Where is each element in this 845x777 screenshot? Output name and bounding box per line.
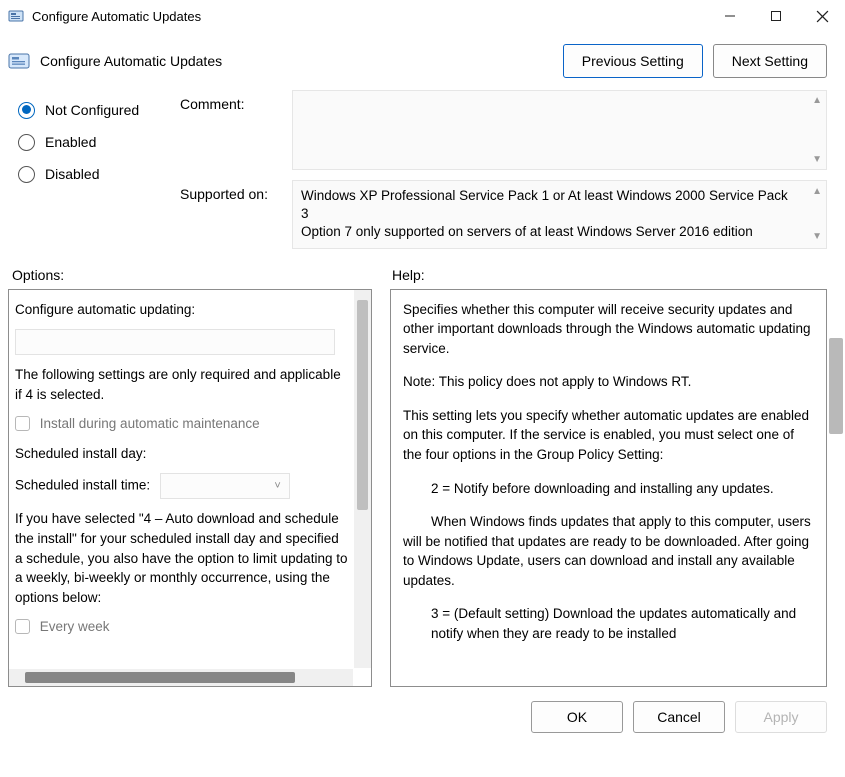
policy-icon [8,50,30,72]
radio-not-configured[interactable]: Not Configured [18,94,168,126]
scheduled-time-select[interactable]: ˅ [160,473,290,499]
help-panel: Specifies whether this computer will rec… [390,289,827,687]
scheduled-time-label: Scheduled install time: [15,478,150,493]
scroll-down-icon[interactable]: ▼ [812,154,822,165]
scroll-up-icon[interactable]: ▲ [812,95,822,106]
help-paragraph: Note: This policy does not apply to Wind… [403,372,814,392]
radio-label: Disabled [45,166,99,182]
options-content: Configure automatic updating: The follow… [9,290,353,668]
radio-indicator-icon [18,102,35,119]
checkbox-label: Every week [40,619,110,634]
comment-textarea[interactable]: ▲ ▼ [292,90,827,170]
header-row: Configure Automatic Updates Previous Set… [0,32,845,88]
section-labels: Options: Help: [0,249,845,289]
every-week-checkbox[interactable]: Every week [15,617,349,637]
maximize-button[interactable] [753,0,799,32]
minimize-button[interactable] [707,0,753,32]
scrollbar-thumb[interactable] [25,672,295,683]
radio-indicator-icon [18,134,35,151]
options-vertical-scrollbar[interactable] [354,290,371,668]
configure-updating-label: Configure automatic updating: [15,300,349,320]
supported-on-text: Windows XP Professional Service Pack 1 o… [301,188,788,239]
help-option-3-title: 3 = (Default setting) Download the updat… [403,604,814,643]
policy-title: Configure Automatic Updates [40,53,553,69]
window-title: Configure Automatic Updates [32,9,201,24]
help-label: Help: [392,267,425,283]
panels-row: Configure automatic updating: The follow… [0,289,845,687]
title-bar: Configure Automatic Updates [0,0,845,32]
policy-app-icon [8,8,24,24]
ok-button[interactable]: OK [531,701,623,733]
previous-setting-button[interactable]: Previous Setting [563,44,703,78]
install-during-maintenance-checkbox[interactable]: Install during automatic maintenance [15,414,349,434]
radio-label: Not Configured [45,102,139,118]
options-panel: Configure automatic updating: The follow… [8,289,372,687]
supported-on-label: Supported on: [180,186,280,202]
configure-updating-select[interactable] [15,329,335,355]
config-section: Not Configured Enabled Disabled Comment:… [0,88,845,249]
scroll-up-icon[interactable]: ▲ [812,185,822,199]
apply-button[interactable]: Apply [735,701,827,733]
close-button[interactable] [799,0,845,32]
next-setting-button[interactable]: Next Setting [713,44,827,78]
radio-disabled[interactable]: Disabled [18,158,168,190]
help-option-2-title: 2 = Notify before downloading and instal… [403,479,814,499]
help-option-2-body: When Windows finds updates that apply to… [403,512,814,590]
checkbox-label: Install during automatic maintenance [40,416,260,431]
help-paragraph: This setting lets you specify whether au… [403,406,814,465]
radio-label: Enabled [45,134,96,150]
scroll-down-icon[interactable]: ▼ [812,230,822,244]
limit-note: If you have selected "4 – Auto download … [15,509,349,607]
radio-enabled[interactable]: Enabled [18,126,168,158]
help-content: Specifies whether this computer will rec… [391,290,826,686]
radio-indicator-icon [18,166,35,183]
help-paragraph: Specifies whether this computer will rec… [403,300,814,359]
scrollbar-thumb[interactable] [357,300,368,510]
page-vertical-scrollbar[interactable] [829,338,843,434]
comment-label: Comment: [180,96,280,186]
supported-on-box: Windows XP Professional Service Pack 1 o… [292,180,827,249]
checkbox-icon [15,619,30,634]
options-label: Options: [12,267,392,283]
checkbox-icon [15,416,30,431]
options-horizontal-scrollbar[interactable] [9,669,353,686]
scheduled-day-label: Scheduled install day: [15,446,146,461]
following-note: The following settings are only required… [15,365,349,404]
cancel-button[interactable]: Cancel [633,701,725,733]
dialog-footer: OK Cancel Apply [0,687,845,733]
